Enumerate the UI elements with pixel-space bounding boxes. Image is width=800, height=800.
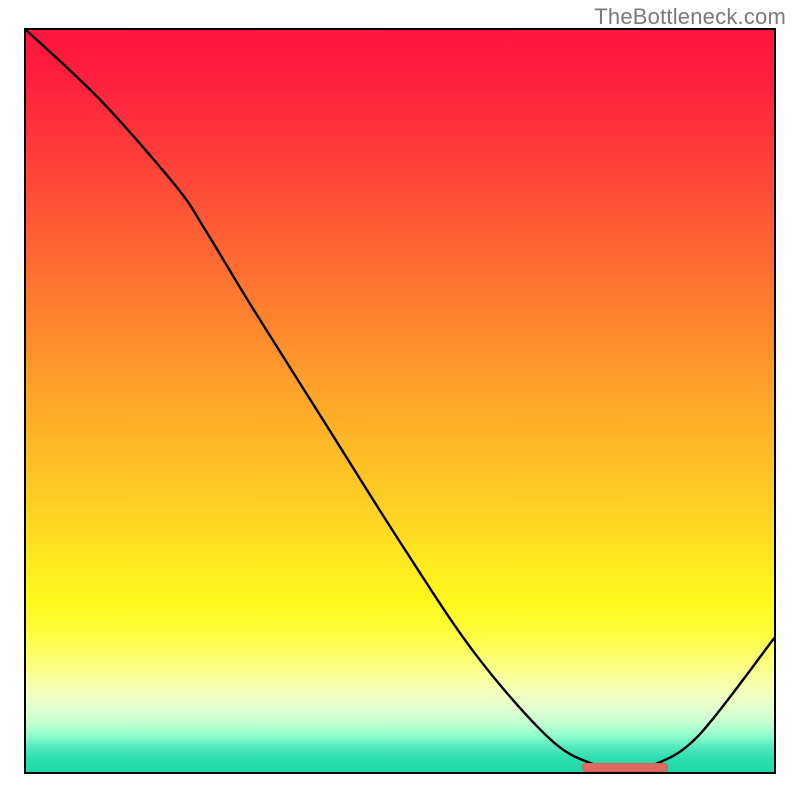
plot-frame: [24, 28, 776, 774]
bottleneck-curve: [26, 30, 774, 772]
optimal-range-marker: [582, 763, 668, 772]
chart-stage: TheBottleneck.com: [0, 0, 800, 800]
watermark-text: TheBottleneck.com: [594, 4, 786, 30]
